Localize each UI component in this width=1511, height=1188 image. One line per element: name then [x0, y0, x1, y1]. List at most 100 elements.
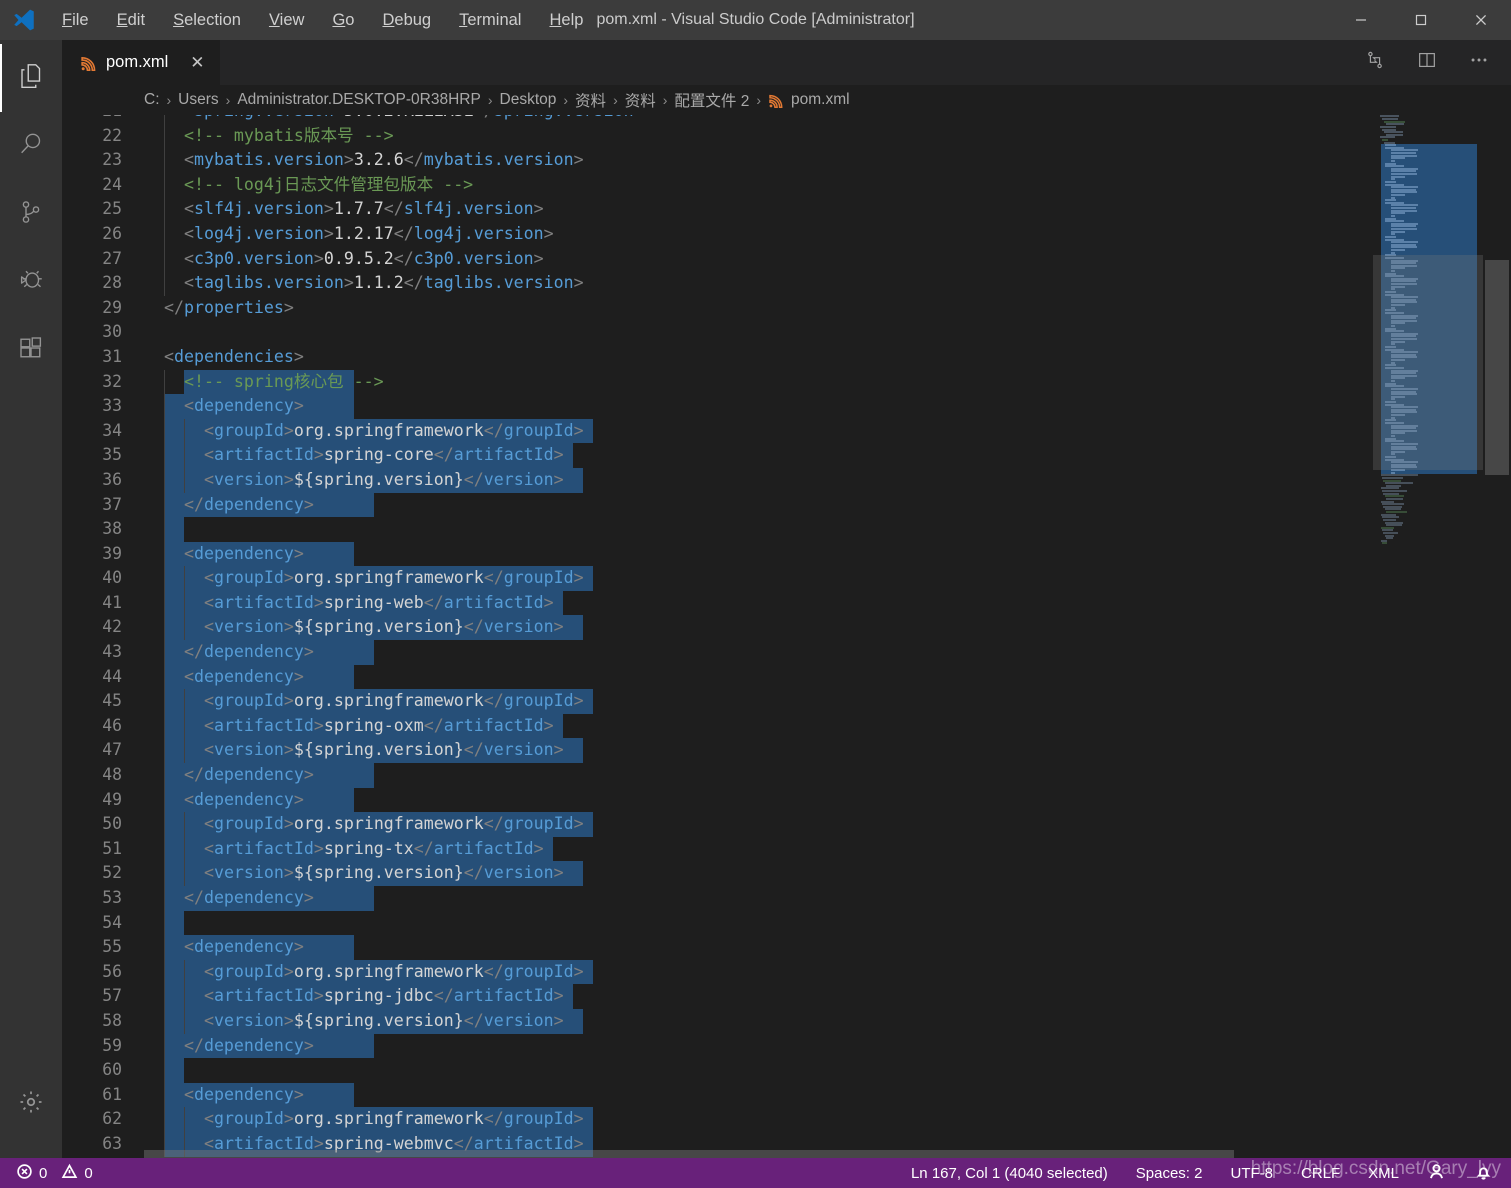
code-line[interactable]: 55 <dependency>	[62, 935, 1373, 960]
encoding-setting[interactable]: UTF-8	[1226, 1158, 1277, 1188]
code-line[interactable]: 46 <artifactId>spring-oxm</artifactId>	[62, 713, 1373, 739]
account-button[interactable]	[1423, 1158, 1450, 1188]
menu-selection[interactable]: Selection	[159, 0, 255, 40]
menu-file[interactable]: File	[48, 0, 103, 40]
code-line[interactable]: 31 <dependencies>	[62, 345, 1373, 370]
selection-highlight	[163, 517, 184, 542]
code-line[interactable]: 29 </properties>	[62, 296, 1373, 321]
code-line[interactable]: 42 <version>${spring.version}</version>	[62, 615, 1373, 641]
code-line[interactable]: 39 <dependency>	[62, 541, 1373, 567]
code-line[interactable]: 48 </dependency>	[62, 763, 1373, 788]
code-line[interactable]: 33 <dependency>	[62, 394, 1373, 419]
line-number: 40	[102, 568, 122, 588]
code-line-content: <artifactId>spring-oxm</artifactId>	[144, 713, 1373, 739]
breadcrumb-item[interactable]: 资料	[575, 89, 606, 111]
code-line-content: <artifactId>spring-jdbc</artifactId>	[144, 984, 1373, 1009]
code-line[interactable]: 34 <groupId>org.springframework</groupId…	[62, 418, 1373, 444]
code-line[interactable]: 53 </dependency>	[62, 886, 1373, 911]
menu-debug[interactable]: Debug	[368, 0, 445, 40]
code-line[interactable]: 62 <groupId>org.springframework</groupId…	[62, 1107, 1373, 1132]
code-line-content: <groupId>org.springframework</groupId>	[144, 959, 1373, 985]
tab-pom-xml[interactable]: pom.xml ✕	[62, 40, 222, 85]
more-actions-button[interactable]	[1463, 47, 1495, 79]
breadcrumb-item[interactable]: Users	[178, 91, 218, 109]
code-pane[interactable]: 21 <spring.version>5.0.2.RELEASE</spring…	[62, 115, 1373, 1158]
errors-indicator[interactable]: 0	[12, 1158, 51, 1188]
editor-horizontal-scrollbar[interactable]	[144, 1150, 1235, 1158]
code-line[interactable]: 59 </dependency>	[62, 1033, 1373, 1059]
manage-settings-button[interactable]	[0, 1070, 62, 1138]
close-button[interactable]	[1451, 0, 1511, 40]
code-line[interactable]: 30	[62, 320, 1373, 345]
editor-vertical-scrollbar[interactable]	[1483, 115, 1511, 1158]
eol-setting[interactable]: CRLF	[1297, 1158, 1344, 1188]
code-line[interactable]: 50 <groupId>org.springframework</groupId…	[62, 812, 1373, 837]
sidebar-item-debug[interactable]	[0, 248, 62, 316]
code-line-content: <spring.version>5.0.2.RELEASE</spring.ve…	[144, 115, 1373, 124]
code-line[interactable]: 56 <groupId>org.springframework</groupId…	[62, 959, 1373, 985]
menu-view[interactable]: View	[255, 0, 318, 40]
language-mode[interactable]: XML	[1364, 1158, 1403, 1188]
cursor-position[interactable]: Ln 167, Col 1 (4040 selected)	[907, 1158, 1112, 1188]
breadcrumb-item[interactable]: 资料	[625, 89, 656, 111]
code-line[interactable]: 45 <groupId>org.springframework</groupId…	[62, 689, 1373, 714]
notifications-button[interactable]	[1470, 1158, 1497, 1188]
code-line-content: <groupId>org.springframework</groupId>	[144, 1107, 1373, 1132]
code-line[interactable]: 41 <artifactId>spring-web</artifactId>	[62, 590, 1373, 616]
code-line[interactable]: 47 <version>${spring.version}</version>	[62, 738, 1373, 764]
sidebar-item-source-control[interactable]	[0, 180, 62, 248]
menu-terminal[interactable]: Terminal	[445, 0, 535, 40]
code-line[interactable]: 32 <!-- spring核心包 -->	[62, 369, 1373, 395]
code-line[interactable]: 51 <artifactId>spring-tx</artifactId>	[62, 836, 1373, 862]
line-number: 56	[102, 961, 122, 981]
code-line[interactable]: 49 <dependency>	[62, 787, 1373, 813]
breadcrumb-item[interactable]: 配置文件 2	[674, 89, 749, 111]
indent-guide	[163, 910, 165, 936]
code-line[interactable]: 28 <taglibs.version>1.1.2</taglibs.versi…	[62, 271, 1373, 296]
breadcrumb-item[interactable]: Administrator.DESKTOP-0R38HRP	[237, 91, 481, 109]
code-line[interactable]: 58 <version>${spring.version}</version>	[62, 1008, 1373, 1034]
code-lines: 21 <spring.version>5.0.2.RELEASE</spring…	[62, 115, 1373, 1158]
compare-changes-button[interactable]	[1359, 47, 1391, 79]
menu-go[interactable]: Go	[318, 0, 368, 40]
code-line[interactable]: 27 <c3p0.version>0.9.5.2</c3p0.version>	[62, 246, 1373, 272]
code-line[interactable]: 54	[62, 910, 1373, 936]
code-line[interactable]: 23 <mybatis.version>3.2.6</mybatis.versi…	[62, 148, 1373, 173]
sidebar-item-extensions[interactable]	[0, 316, 62, 384]
breadcrumb-item[interactable]: Desktop	[500, 91, 557, 109]
indentation-setting[interactable]: Spaces: 2	[1132, 1158, 1207, 1188]
split-editor-button[interactable]	[1411, 47, 1443, 79]
menu-edit[interactable]: Edit	[103, 0, 159, 40]
code-line[interactable]: 61 <dependency>	[62, 1082, 1373, 1108]
code-line[interactable]: 37 </dependency>	[62, 492, 1373, 518]
code-line[interactable]: 24 <!-- log4j日志文件管理包版本 -->	[62, 172, 1373, 198]
code-line[interactable]: 36 <version>${spring.version}</version>	[62, 467, 1373, 493]
warnings-indicator[interactable]: 0	[57, 1158, 96, 1188]
sidebar-item-explorer[interactable]	[0, 44, 62, 112]
line-number: 38	[102, 519, 122, 539]
code-line[interactable]: 52 <version>${spring.version}</version>	[62, 861, 1373, 886]
minimap-slider[interactable]	[1373, 255, 1483, 470]
code-line[interactable]: 25 <slf4j.version>1.7.7</slf4j.version>	[62, 197, 1373, 222]
code-line[interactable]: 38	[62, 517, 1373, 542]
code-line[interactable]: 22 <!-- mybatis版本号 -->	[62, 123, 1373, 149]
code-line[interactable]: 40 <groupId>org.springframework</groupId…	[62, 566, 1373, 591]
code-line-content: <artifactId>spring-web</artifactId>	[144, 590, 1373, 616]
code-line[interactable]: 35 <artifactId>spring-core</artifactId>	[62, 443, 1373, 468]
menu-help[interactable]: Help	[535, 0, 597, 40]
minimap[interactable]	[1373, 115, 1483, 1158]
code-line[interactable]: 43 </dependency>	[62, 640, 1373, 665]
code-line[interactable]: 57 <artifactId>spring-jdbc</artifactId>	[62, 984, 1373, 1009]
code-line[interactable]: 26 <log4j.version>1.2.17</log4j.version>	[62, 221, 1373, 247]
vertical-scroll-thumb[interactable]	[1485, 260, 1509, 475]
code-line[interactable]: 60	[62, 1058, 1373, 1083]
code-line[interactable]: 44 <dependency>	[62, 664, 1373, 690]
breadcrumb-file[interactable]: pom.xml	[791, 91, 850, 109]
sidebar-item-search[interactable]	[0, 112, 62, 180]
horizontal-scroll-thumb[interactable]	[144, 1150, 1234, 1158]
minimize-button[interactable]	[1331, 0, 1391, 40]
breadcrumb-item[interactable]: C:	[144, 91, 160, 109]
maximize-button[interactable]	[1391, 0, 1451, 40]
tab-close-button[interactable]: ✕	[186, 52, 208, 74]
code-line[interactable]: 21 <spring.version>5.0.2.RELEASE</spring…	[62, 115, 1373, 124]
